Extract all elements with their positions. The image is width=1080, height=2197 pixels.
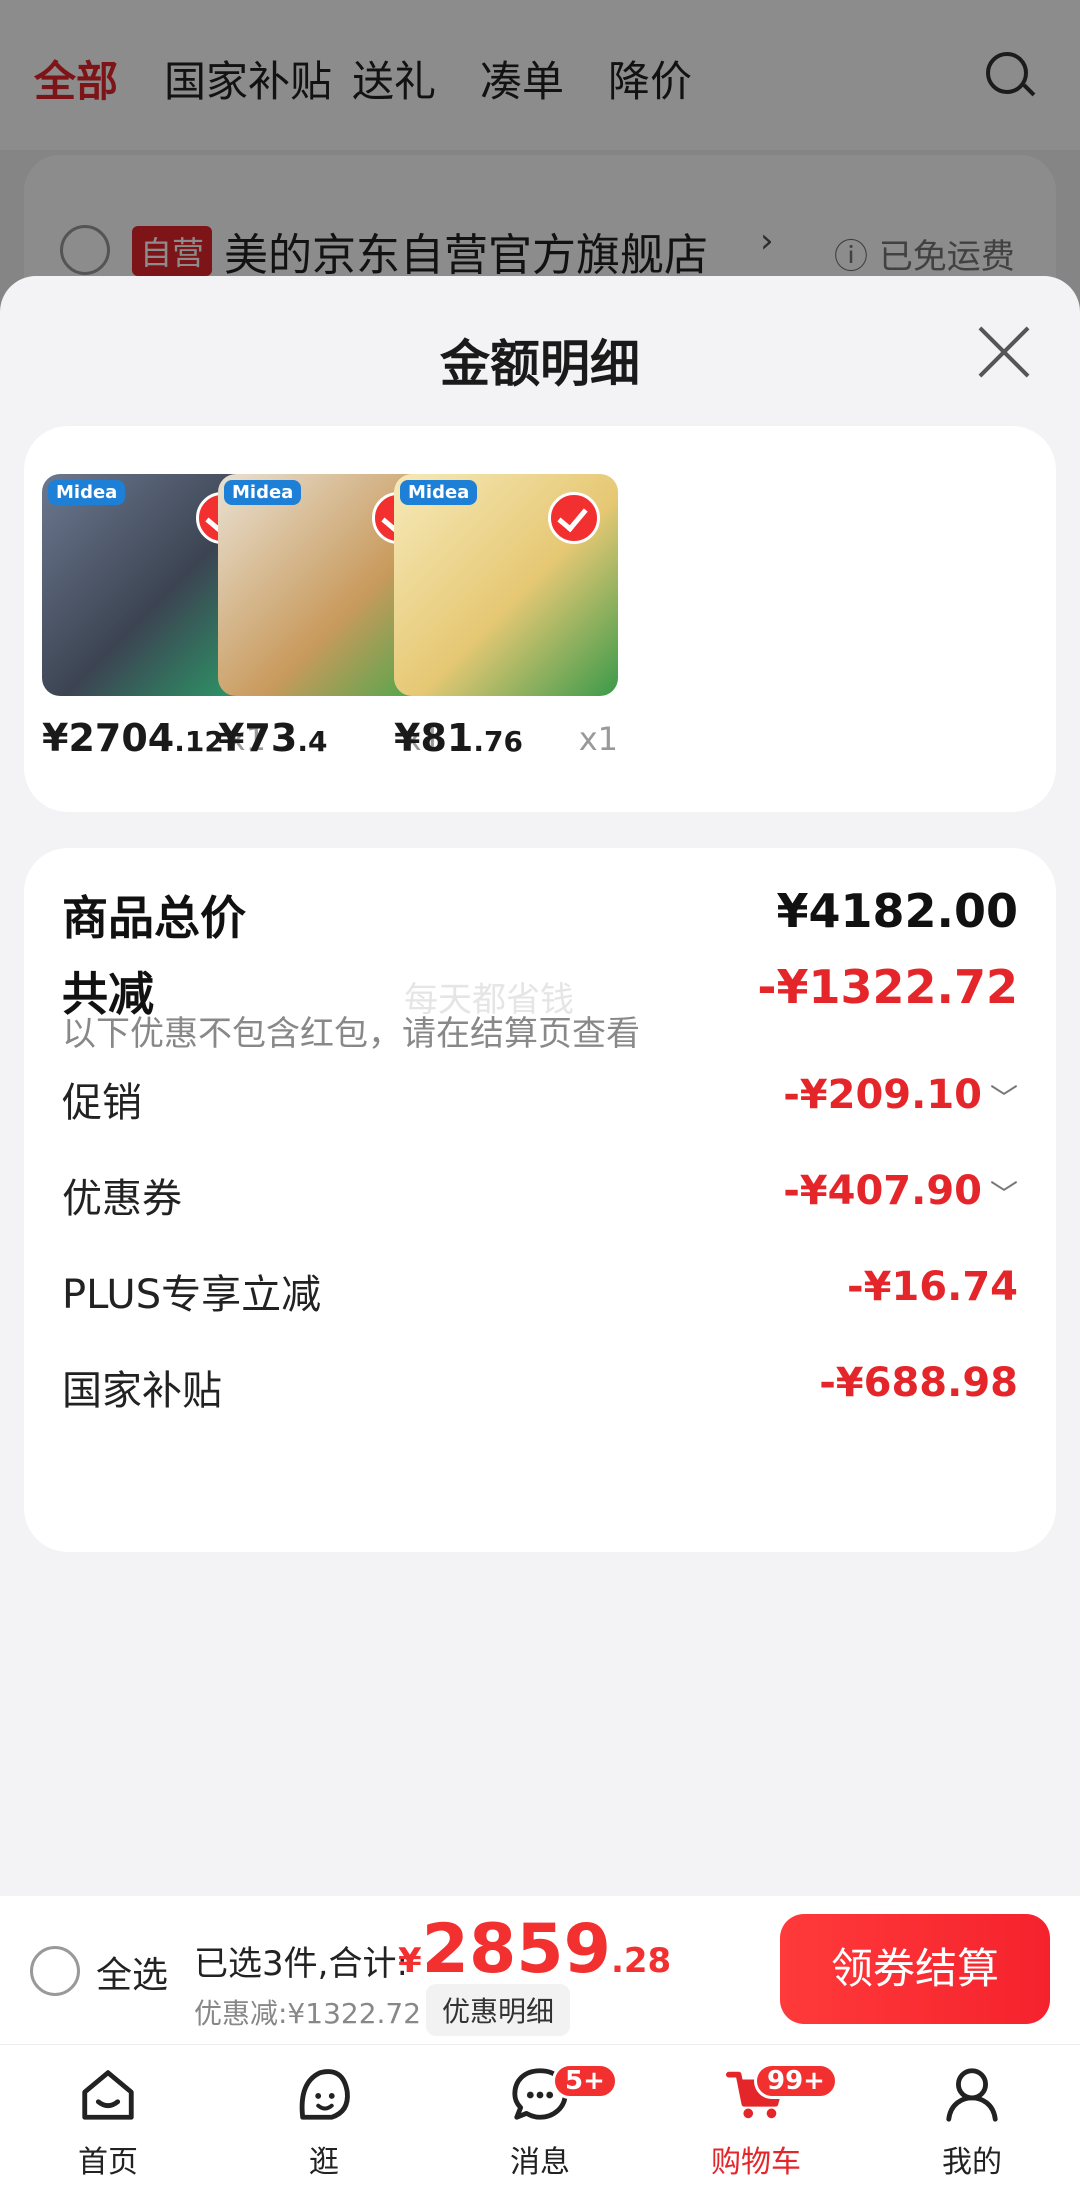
brand-logo: Midea (400, 480, 478, 505)
coupon-value[interactable]: -¥407.90 ﹀ (783, 1168, 1018, 1214)
profile-icon (946, 2068, 998, 2122)
select-all-label[interactable]: 全选 (96, 1946, 168, 1998)
brand-logo: Midea (48, 480, 126, 505)
nav-cart[interactable]: 购物车 99+ (686, 2063, 838, 2181)
total-amount: ¥2859.28 (398, 1910, 672, 1989)
price-breakdown: 商品总价 ¥4182.00 共减 每天都省钱 -¥1322.72 以下优惠不包含… (24, 848, 1056, 1552)
selected-summary: 已选3件,合计: (194, 1944, 408, 1984)
total-price-label: 商品总价 (62, 891, 246, 945)
brand-logo: Midea (224, 480, 302, 505)
explore-icon (299, 2069, 350, 2120)
total-reduce-value: -¥1322.72 (757, 960, 1018, 1014)
national-subsidy-value: -¥688.98 (819, 1360, 1018, 1406)
product-price: ¥81.76 (394, 716, 523, 760)
home-icon (82, 2070, 134, 2120)
discount-summary: 优惠减:¥1322.72 (194, 1997, 422, 2030)
selected-check-icon[interactable] (548, 492, 600, 544)
discount-detail-button[interactable]: 优惠明细 (426, 1984, 571, 2036)
promotion-value[interactable]: -¥209.10 ﹀ (783, 1072, 1018, 1118)
cart-badge: 99+ (754, 2063, 838, 2099)
product-list: Midea ¥2704.12 x1 Midea ¥73.4 x1 Midea ¥… (24, 426, 1056, 812)
nav-label: 逛 (309, 2145, 339, 2180)
reduce-note: 以下优惠不包含红包，请在结算页查看 (62, 1014, 640, 1054)
bottom-nav: 首页 逛 消息 5+ 购物车 99+ 我的 (0, 2044, 1080, 2197)
checkout-bar: 全选 已选3件,合计: ¥2859.28 优惠减:¥1322.72 优惠明细 领… (0, 1896, 1080, 2044)
coupon-label: 优惠券 (62, 1176, 182, 1222)
nav-explore[interactable]: 逛 (254, 2063, 394, 2181)
chevron-down-icon: ﹀ (989, 1082, 1018, 1115)
promotion-label: 促销 (62, 1080, 142, 1126)
product-item[interactable]: Midea ¥81.76 x1 (394, 474, 618, 772)
nav-label: 首页 (78, 2145, 138, 2180)
total-price-value: ¥4182.00 (776, 884, 1018, 938)
nav-label: 购物车 (711, 2145, 801, 2180)
product-qty: x1 (578, 720, 618, 758)
plus-discount-value: -¥16.74 (847, 1264, 1018, 1310)
chevron-down-icon: ﹀ (989, 1178, 1018, 1211)
close-icon[interactable] (976, 324, 1032, 380)
nav-messages[interactable]: 消息 5+ (470, 2063, 618, 2181)
national-subsidy-label: 国家补贴 (62, 1368, 222, 1414)
sheet-title: 金额明细 (440, 335, 640, 393)
nav-label: 消息 (510, 2145, 570, 2180)
nav-home[interactable]: 首页 (38, 2063, 178, 2181)
product-price: ¥2704.12 (42, 716, 224, 760)
select-all-radio[interactable] (30, 1946, 80, 1996)
nav-label: 我的 (942, 2145, 1002, 2180)
message-badge: 5+ (552, 2063, 618, 2099)
product-price: ¥73.4 (218, 716, 328, 760)
product-thumbnail: Midea (394, 474, 618, 696)
nav-profile[interactable]: 我的 (902, 2063, 1042, 2181)
plus-discount-label: PLUS专享立减 (62, 1272, 322, 1318)
checkout-button[interactable]: 领券结算 (780, 1914, 1050, 2024)
